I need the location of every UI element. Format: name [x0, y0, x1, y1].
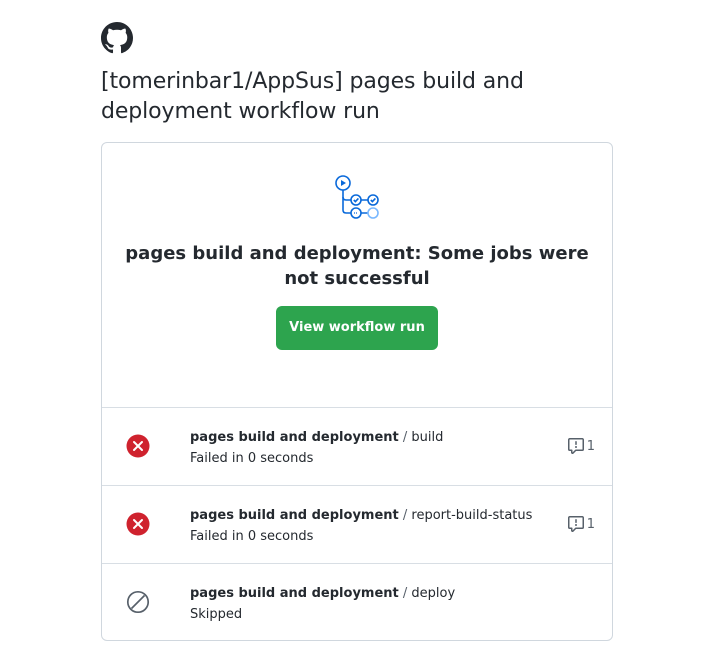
job-title: pages build and deployment / build — [190, 429, 443, 447]
workflow-name: pages build and deployment — [190, 508, 399, 523]
annotations-count-value: 1 — [586, 516, 595, 532]
job-row[interactable]: pages build and deployment / build Faile… — [102, 407, 612, 485]
workflow-run-card: pages build and deployment: Some jobs we… — [101, 142, 613, 641]
job-separator: / — [398, 508, 412, 523]
run-headline: pages build and deployment: Some jobs we… — [125, 243, 589, 289]
job-detail: Failed in 0 seconds — [190, 451, 314, 466]
job-row[interactable]: pages build and deployment / report-buil… — [102, 485, 612, 563]
annotations-count-value: 1 — [586, 438, 595, 454]
x-circle-fill-icon — [126, 512, 150, 536]
view-workflow-run-button[interactable]: View workflow run — [276, 306, 438, 350]
workflow-name: pages build and deployment — [190, 586, 399, 601]
job-detail: Failed in 0 seconds — [190, 529, 314, 544]
job-detail: Skipped — [190, 607, 243, 622]
job-separator: / — [398, 586, 412, 601]
job-title: pages build and deployment / deploy — [190, 585, 455, 603]
job-title: pages build and deployment / report-buil… — [190, 507, 532, 525]
page-title: [tomerinbar1/AppSus] pages build and dep… — [101, 69, 524, 124]
report-icon — [567, 516, 584, 532]
x-circle-fill-icon — [126, 434, 150, 458]
job-name: deploy — [411, 586, 456, 601]
report-icon — [567, 438, 584, 454]
annotations-count[interactable]: 1 — [567, 515, 595, 533]
job-name: build — [411, 430, 444, 445]
job-row[interactable]: pages build and deployment / deploy Skip… — [102, 563, 612, 640]
workflow-name: pages build and deployment — [190, 430, 399, 445]
github-logo-icon — [101, 22, 133, 54]
annotations-count[interactable]: 1 — [567, 437, 595, 455]
workflow-graph-icon — [335, 175, 379, 219]
job-separator: / — [398, 430, 412, 445]
run-summary: pages build and deployment: Some jobs we… — [102, 143, 612, 407]
job-name: report-build-status — [411, 508, 533, 523]
skip-icon — [126, 590, 150, 614]
